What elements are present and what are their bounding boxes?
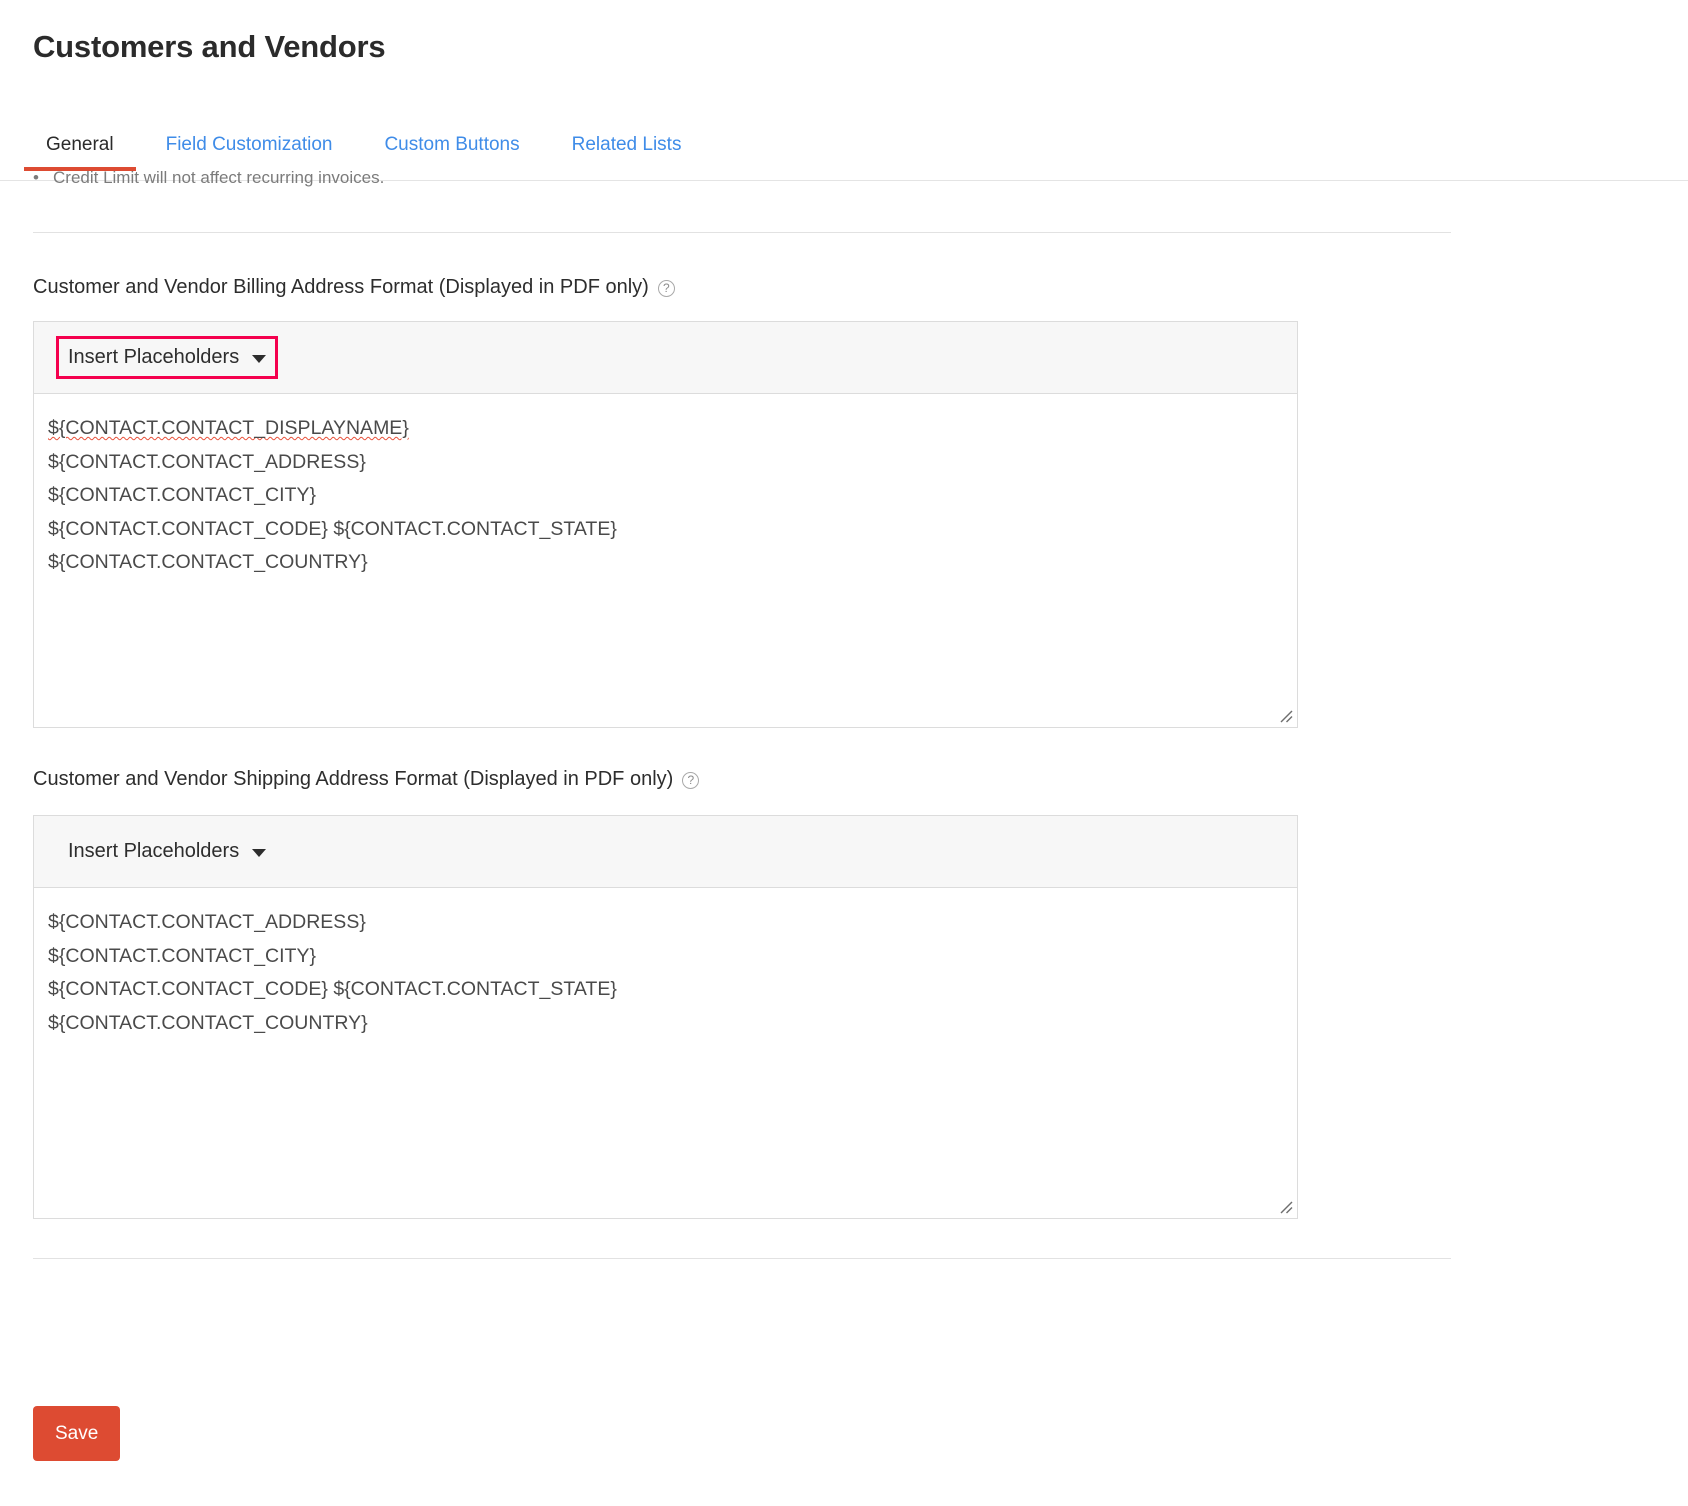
settings-page: Customers and Vendors General Field Cust… — [0, 0, 1688, 1506]
shipping-insert-placeholders-label: Insert Placeholders — [68, 838, 239, 864]
section-divider-top — [33, 232, 1451, 233]
shipping-editor-toolbar: Insert Placeholders — [34, 816, 1297, 888]
shipping-textarea-resize-handle[interactable] — [1278, 1199, 1294, 1215]
billing-line-5: ${CONTACT.CONTACT_COUNTRY} — [48, 546, 1277, 580]
tab-related-lists[interactable]: Related Lists — [546, 133, 708, 171]
credit-limit-note: •Credit Limit will not affect recurring … — [33, 167, 384, 189]
bullet-marker: • — [33, 167, 53, 189]
help-icon[interactable]: ? — [658, 280, 675, 297]
billing-address-format-editor: Insert Placeholders ${CONTACT.CONTACT_DI… — [33, 321, 1298, 728]
billing-insert-placeholders-dropdown[interactable]: Insert Placeholders — [56, 336, 278, 379]
shipping-address-format-label-text: Customer and Vendor Shipping Address For… — [33, 766, 673, 792]
shipping-line-3: ${CONTACT.CONTACT_CODE} ${CONTACT.CONTAC… — [48, 973, 1277, 1007]
section-divider-bottom — [33, 1258, 1451, 1259]
tab-general[interactable]: General — [20, 133, 140, 171]
billing-address-format-textarea[interactable]: ${CONTACT.CONTACT_DISPLAYNAME} ${CONTACT… — [34, 394, 1297, 727]
chevron-down-icon — [252, 355, 266, 363]
tab-list: General Field Customization Custom Butto… — [20, 133, 707, 171]
help-icon[interactable]: ? — [682, 772, 699, 789]
shipping-line-2: ${CONTACT.CONTACT_CITY} — [48, 940, 1277, 974]
shipping-address-format-textarea[interactable]: ${CONTACT.CONTACT_ADDRESS} ${CONTACT.CON… — [34, 888, 1297, 1218]
shipping-address-format-label: Customer and Vendor Shipping Address For… — [33, 766, 699, 792]
billing-line-1: ${CONTACT.CONTACT_DISPLAYNAME} — [48, 412, 1277, 446]
billing-address-format-label-text: Customer and Vendor Billing Address Form… — [33, 274, 649, 300]
chevron-down-icon — [252, 849, 266, 857]
billing-address-format-label: Customer and Vendor Billing Address Form… — [33, 274, 675, 300]
billing-line-2: ${CONTACT.CONTACT_ADDRESS} — [48, 446, 1277, 480]
save-button[interactable]: Save — [33, 1406, 120, 1461]
shipping-address-format-editor: Insert Placeholders ${CONTACT.CONTACT_AD… — [33, 815, 1298, 1219]
tab-custom-buttons[interactable]: Custom Buttons — [358, 133, 545, 171]
shipping-line-4: ${CONTACT.CONTACT_COUNTRY} — [48, 1007, 1277, 1041]
page-title: Customers and Vendors — [33, 28, 385, 65]
billing-line-3: ${CONTACT.CONTACT_CITY} — [48, 479, 1277, 513]
shipping-insert-placeholders-dropdown[interactable]: Insert Placeholders — [56, 830, 278, 873]
tab-field-customization[interactable]: Field Customization — [140, 133, 359, 171]
billing-insert-placeholders-label: Insert Placeholders — [68, 344, 239, 370]
shipping-line-1: ${CONTACT.CONTACT_ADDRESS} — [48, 906, 1277, 940]
billing-textarea-resize-handle[interactable] — [1278, 708, 1294, 724]
credit-limit-note-text: Credit Limit will not affect recurring i… — [53, 168, 384, 187]
billing-line-4: ${CONTACT.CONTACT_CODE} ${CONTACT.CONTAC… — [48, 513, 1277, 547]
billing-editor-toolbar: Insert Placeholders — [34, 322, 1297, 394]
